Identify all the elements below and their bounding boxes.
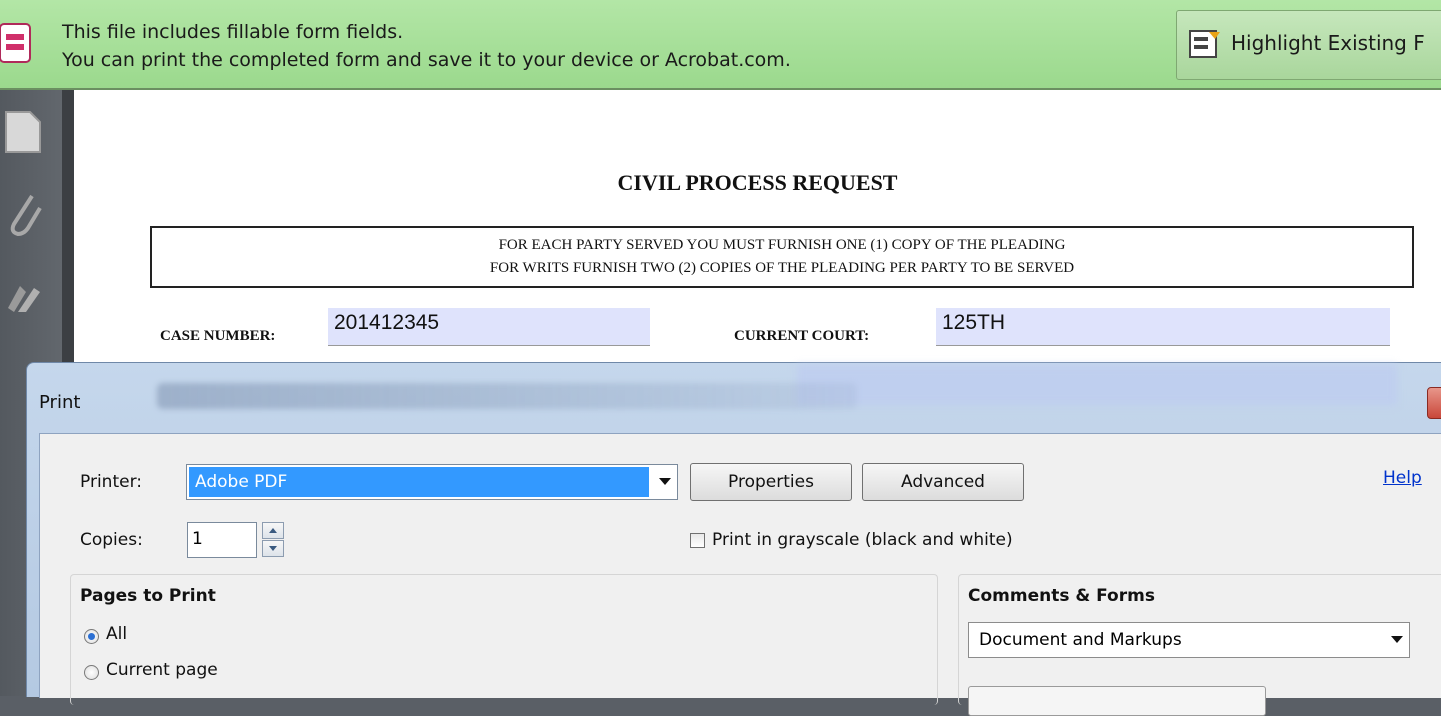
comments-forms-select[interactable]: Document and Markups — [968, 622, 1410, 658]
printer-label: Printer: — [80, 472, 142, 492]
help-link[interactable]: Help — [1383, 468, 1422, 488]
highlight-fields-icon — [1189, 30, 1220, 58]
chevron-down-icon — [659, 478, 671, 485]
case-number-label: CASE NUMBER: — [160, 328, 276, 344]
current-court-label: CURRENT COURT: — [734, 328, 870, 344]
notice-line-1: FOR EACH PARTY SERVED YOU MUST FURNISH O… — [498, 237, 1066, 253]
spinner-down-button[interactable] — [262, 540, 284, 557]
chevron-down-icon — [1391, 636, 1403, 643]
print-dialog: Print Printer: Adobe PDF Properties Adva… — [26, 362, 1441, 716]
comments-forms-value: Document and Markups — [979, 630, 1182, 650]
notice-line-2: FOR WRITS FURNISH TWO (2) COPIES OF THE … — [489, 260, 1075, 276]
radio-all[interactable] — [84, 629, 99, 644]
printer-selected-value: Adobe PDF — [189, 467, 649, 497]
radio-all-label: All — [106, 624, 128, 644]
properties-button[interactable]: Properties — [690, 463, 852, 501]
print-dialog-body: Printer: Adobe PDF Properties Advanced H… — [39, 433, 1441, 716]
arrow-up-icon — [269, 528, 277, 533]
attachments-paperclip-icon[interactable] — [4, 190, 44, 240]
title-bar-blurred-text — [157, 383, 857, 409]
radio-current-page[interactable] — [84, 665, 99, 680]
advanced-button[interactable]: Advanced — [862, 463, 1024, 501]
copies-spinner[interactable] — [262, 522, 284, 558]
current-court-field[interactable]: 125TH — [936, 308, 1390, 346]
signatures-icon[interactable] — [4, 278, 44, 318]
grayscale-label: Print in grayscale (black and white) — [712, 530, 1013, 550]
radio-current-page-label: Current page — [106, 660, 218, 680]
notification-line-1: This file includes fillable form fields. — [62, 21, 404, 43]
background-field-blur — [797, 365, 1397, 405]
spinner-up-button[interactable] — [262, 522, 284, 539]
dialog-title: Print — [39, 392, 81, 413]
printer-select[interactable]: Adobe PDF — [186, 464, 678, 500]
summarize-comments-button[interactable] — [968, 686, 1266, 716]
comments-forms-title: Comments & Forms — [968, 586, 1155, 606]
highlight-existing-fields-button[interactable]: Highlight Existing F — [1176, 10, 1441, 80]
notification-line-2: You can print the completed form and sav… — [62, 49, 791, 71]
document-title: CIVIL PROCESS REQUEST — [617, 170, 898, 195]
case-number-field[interactable]: 201412345 — [328, 308, 650, 346]
copies-input[interactable]: 1 — [187, 522, 257, 558]
notice-box: FOR EACH PARTY SERVED YOU MUST FURNISH O… — [150, 226, 1414, 288]
notification-message: This file includes fillable form fields.… — [62, 18, 791, 74]
copies-label: Copies: — [80, 530, 143, 550]
highlight-button-label: Highlight Existing F — [1231, 31, 1425, 55]
form-notification-bar: This file includes fillable form fields.… — [0, 0, 1441, 90]
arrow-down-icon — [269, 546, 277, 551]
form-document-icon — [0, 23, 31, 63]
close-button[interactable] — [1427, 387, 1441, 419]
pages-to-print-title: Pages to Print — [80, 586, 216, 606]
page-thumbnails-icon[interactable] — [4, 110, 44, 154]
grayscale-checkbox[interactable] — [690, 533, 705, 548]
